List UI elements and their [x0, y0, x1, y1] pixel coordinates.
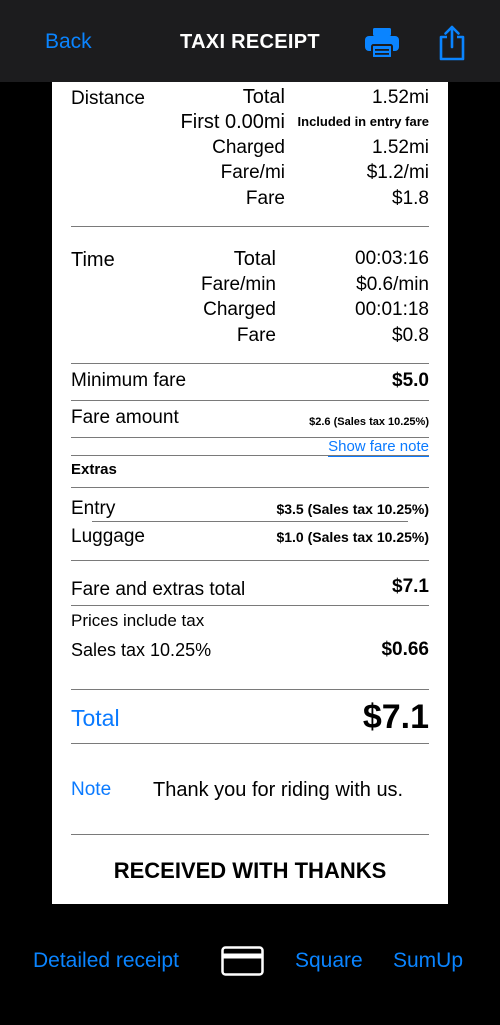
total-label: Total	[71, 705, 120, 731]
extras-item-luggage-value: $1.0 (Sales tax 10.25%)	[276, 529, 429, 545]
divider	[71, 560, 429, 561]
time-fare-label: Fare	[236, 325, 276, 346]
time-rate-label: Fare/min	[201, 274, 276, 295]
distance-total-label: Total	[242, 86, 285, 108]
divider	[71, 689, 429, 690]
extras-heading: Extras	[71, 461, 117, 478]
time-rate-value: $0.6/min	[356, 274, 429, 295]
note-text: Thank you for riding with us.	[153, 779, 404, 801]
page-title: TAXI RECEIPT	[180, 31, 320, 53]
detailed-receipt-button[interactable]: Detailed receipt	[33, 949, 179, 973]
time-total-label: Total	[233, 248, 276, 270]
time-total-value: 00:03:16	[355, 248, 429, 269]
distance-fare-label: Fare	[245, 188, 285, 209]
time-fare-value: $0.8	[392, 325, 429, 346]
minimum-fare-label: Minimum fare	[71, 370, 187, 391]
extras-item-entry-label: Entry	[71, 498, 116, 519]
share-icon[interactable]	[437, 24, 467, 62]
time-label: Time	[71, 249, 115, 271]
divider	[92, 521, 408, 522]
fare-amount-value: $2.6 (Sales tax 10.25%)	[309, 416, 429, 428]
minimum-fare-value: $5.0	[392, 370, 429, 391]
distance-total-value: 1.52mi	[371, 87, 429, 108]
fare-extras-total-value: $7.1	[392, 576, 429, 597]
distance-first-label: First 0.00mi	[180, 111, 285, 133]
time-charged-value: 00:01:18	[355, 299, 429, 320]
credit-card-icon[interactable]	[221, 946, 264, 976]
divider	[71, 226, 429, 227]
sumup-button[interactable]: SumUp	[393, 949, 463, 973]
extras-item-entry-value: $3.5 (Sales tax 10.25%)	[276, 501, 429, 517]
distance-first-value: Included in entry fare	[297, 114, 429, 129]
square-button[interactable]: Square	[295, 949, 363, 973]
fare-extras-total-label: Fare and extras total	[71, 579, 246, 600]
extras-item-luggage-label: Luggage	[71, 526, 145, 547]
divider	[71, 400, 429, 401]
total-value: $7.1	[362, 698, 429, 736]
prices-include-tax: Prices include tax	[71, 611, 205, 630]
divider	[71, 455, 429, 456]
received-with-thanks: RECEIVED WITH THANKS	[113, 858, 387, 883]
distance-rate-value: $1.2/mi	[366, 162, 429, 183]
distance-charged-label: Charged	[212, 137, 285, 158]
bottom-toolbar: Detailed receipt Square SumUp	[0, 904, 500, 1025]
printer-icon[interactable]	[363, 26, 401, 60]
divider	[71, 487, 429, 488]
divider	[71, 605, 429, 606]
distance-fare-value: $1.8	[392, 188, 429, 209]
divider	[71, 363, 429, 364]
distance-charged-value: 1.52mi	[371, 137, 429, 158]
navigation-bar: Back TAXI RECEIPT	[0, 0, 500, 82]
divider	[71, 834, 429, 835]
time-charged-label: Charged	[203, 299, 276, 320]
distance-label: Distance	[71, 88, 145, 109]
sales-tax-value: $0.66	[381, 639, 429, 660]
receipt: Distance Total 1.52mi First 0.00mi Inclu…	[52, 82, 448, 904]
divider	[71, 743, 429, 744]
distance-rate-label: Fare/mi	[220, 162, 285, 183]
fare-amount-label: Fare amount	[71, 407, 179, 428]
note-label[interactable]: Note	[71, 779, 111, 801]
sales-tax-label: Sales tax 10.25%	[71, 640, 212, 660]
